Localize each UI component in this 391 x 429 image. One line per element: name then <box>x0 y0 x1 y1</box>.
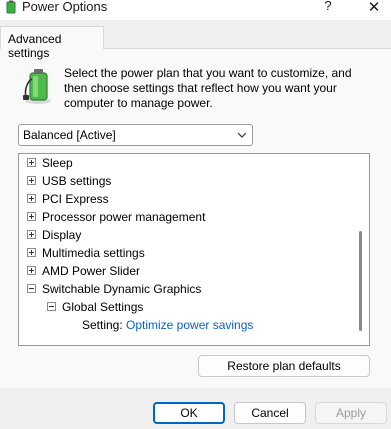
expand-plus-icon[interactable] <box>27 158 36 167</box>
tree-item-label: USB settings <box>42 174 112 188</box>
setting-label: Setting: <box>82 318 123 332</box>
tree-item-label: AMD Power Slider <box>42 264 141 278</box>
help-button[interactable]: ? <box>318 0 338 16</box>
window-title: Power Options <box>22 0 108 14</box>
expand-plus-icon[interactable] <box>27 176 36 185</box>
tree-item-label: Global Settings <box>62 300 144 314</box>
expand-plus-icon[interactable] <box>27 266 36 275</box>
collapse-minus-icon[interactable] <box>47 302 56 311</box>
tree-item-label: PCI Express <box>42 192 109 206</box>
scrollbar-thumb[interactable] <box>359 231 362 331</box>
settings-tree[interactable]: Sleep USB settings PCI Express Processor… <box>18 153 370 346</box>
setting-value-link[interactable]: Optimize power savings <box>126 316 253 334</box>
battery-plug-icon <box>23 69 51 104</box>
title-bar: Power Options ? ✕ <box>0 0 391 20</box>
cancel-button[interactable]: Cancel <box>234 402 306 424</box>
power-options-icon <box>6 0 16 14</box>
collapse-minus-icon[interactable] <box>27 284 36 293</box>
power-plan-value: Balanced [Active] <box>23 128 116 142</box>
expand-plus-icon[interactable] <box>27 230 36 239</box>
close-button[interactable]: ✕ <box>362 0 386 16</box>
expand-plus-icon[interactable] <box>27 212 36 221</box>
setting-row: Setting: Optimize power savings <box>19 316 349 334</box>
restore-plan-defaults-button[interactable]: Restore plan defaults <box>198 355 370 377</box>
tree-item-label: Sleep <box>42 156 73 170</box>
expand-plus-icon[interactable] <box>27 194 36 203</box>
expand-plus-icon[interactable] <box>27 248 36 257</box>
power-plan-select[interactable]: Balanced [Active] <box>18 124 253 146</box>
intro-text: Select the power plan that you want to c… <box>64 66 352 110</box>
ok-button[interactable]: OK <box>153 402 225 424</box>
tree-item-label: Display <box>42 228 82 242</box>
tree-item-label: Multimedia settings <box>42 246 145 260</box>
tree-item-label: Switchable Dynamic Graphics <box>42 282 202 296</box>
tab-advanced-settings[interactable]: Advanced settings <box>0 26 104 60</box>
tree-scrollbar[interactable] <box>353 155 369 344</box>
tree-item-label: Processor power management <box>42 210 206 224</box>
apply-button[interactable]: Apply <box>315 402 387 424</box>
chevron-down-icon <box>237 132 247 138</box>
